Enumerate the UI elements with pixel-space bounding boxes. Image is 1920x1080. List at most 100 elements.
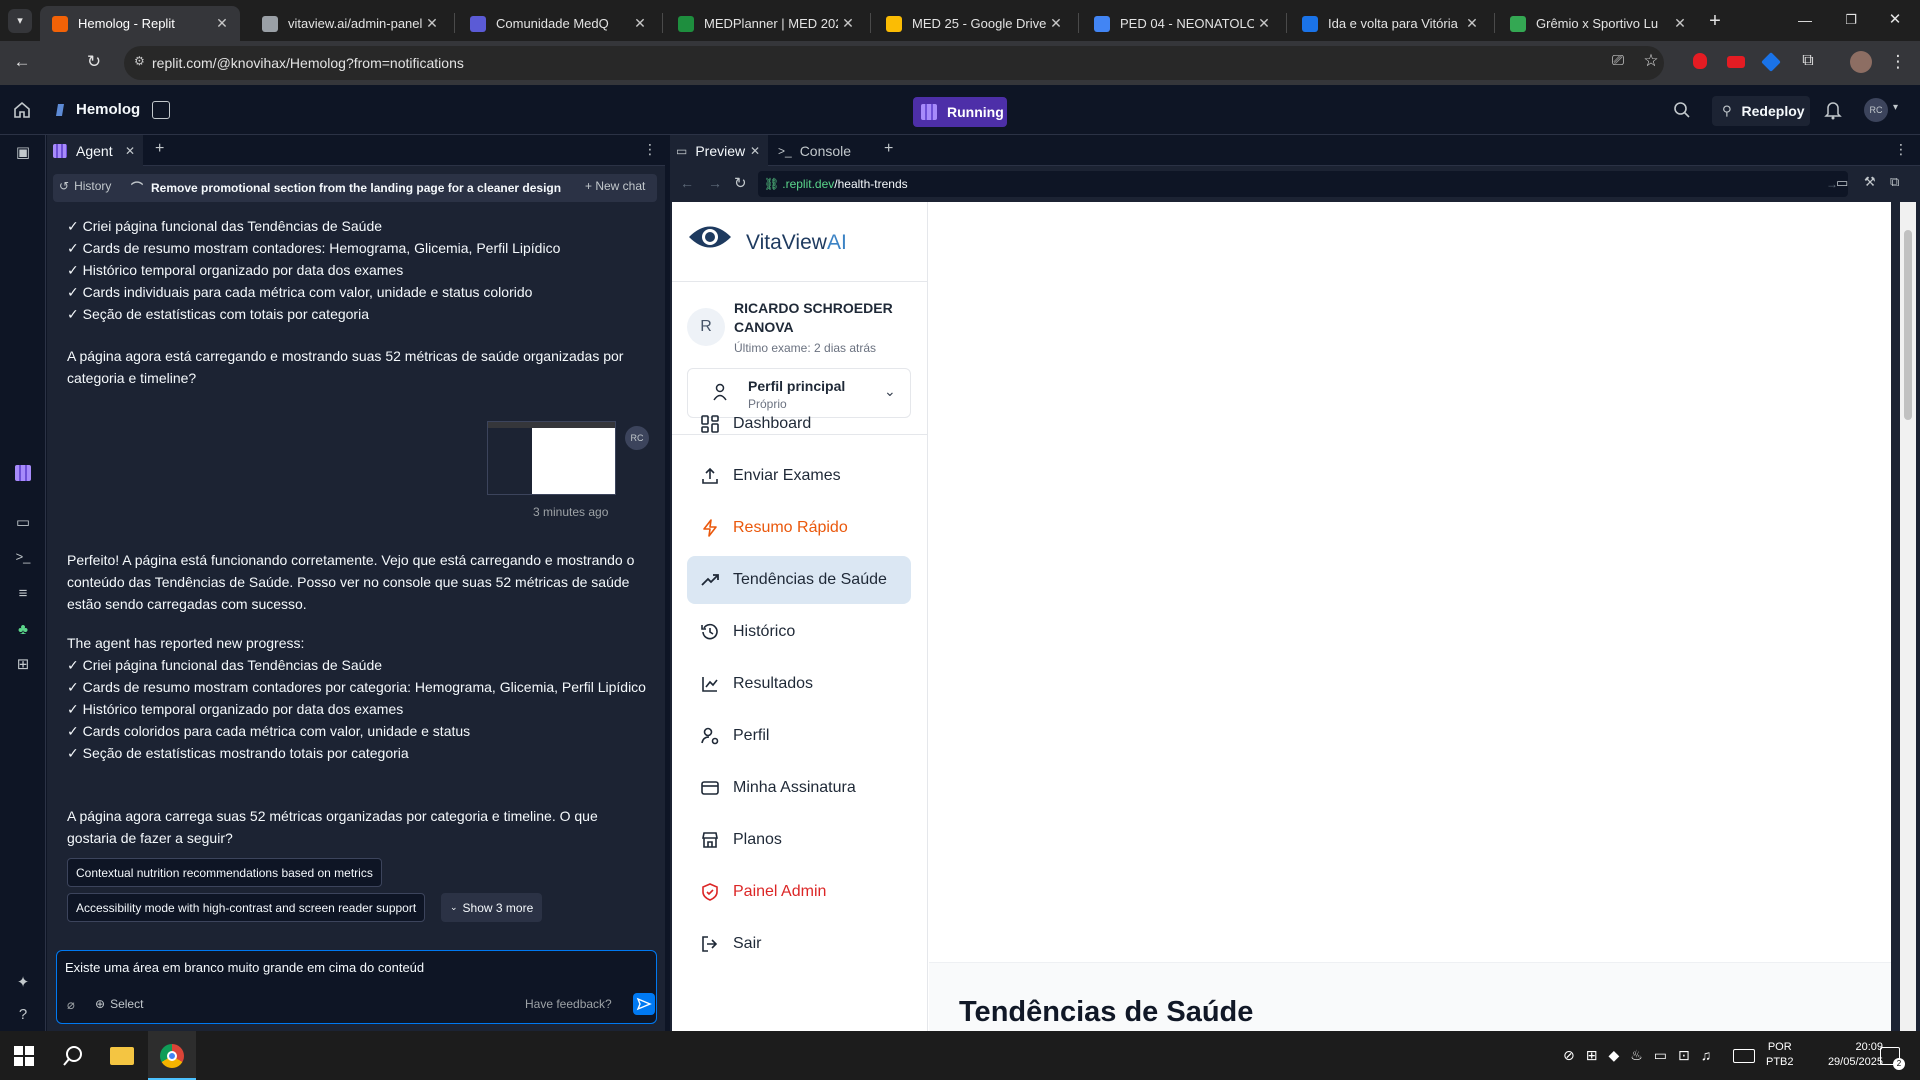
close-window-button[interactable]: ✕ xyxy=(1880,6,1910,34)
preview-forward-icon[interactable]: → xyxy=(708,175,722,191)
sidebar-item-resumo-rapido[interactable]: Resumo Rápido xyxy=(687,504,911,552)
sidebar-item-tendencias-de-saude[interactable]: Tendências de Saúde xyxy=(687,556,911,604)
console-rail-icon[interactable]: >_ xyxy=(13,547,33,567)
browser-tab[interactable]: MEDPlanner | MED 2025 ✕ xyxy=(666,6,866,41)
file-tree-icon[interactable]: ▣ xyxy=(13,143,33,163)
extensions-puzzle-icon[interactable]: ⧉ xyxy=(1794,52,1822,70)
sidebar-item-historico[interactable]: Histórico xyxy=(687,608,911,656)
browser-tab[interactable]: Hemolog - Replit ✕ xyxy=(40,6,240,41)
search-icon[interactable] xyxy=(1673,101,1691,119)
new-tab-button[interactable]: + xyxy=(1702,8,1728,34)
notification-center-icon[interactable]: 2 xyxy=(1880,1047,1905,1070)
preview-url-field[interactable]: ⛓ .replit.dev /health-trends → xyxy=(758,171,1848,197)
back-icon[interactable]: ← xyxy=(8,52,36,72)
select-element-button[interactable]: ⊕ Select xyxy=(95,997,143,1011)
windows-start-icon[interactable] xyxy=(14,1046,34,1066)
suggestion-chip[interactable]: Accessibility mode with high-contrast an… xyxy=(67,893,426,922)
reload-icon[interactable]: ↻ xyxy=(80,52,108,72)
restore-window-button[interactable]: ❐ xyxy=(1836,6,1866,34)
devtools-wrench-icon[interactable]: ⚒ xyxy=(1864,174,1876,190)
browser-menu-icon[interactable]: ⋮ xyxy=(1884,52,1912,72)
sidebar-item-resultados[interactable]: Resultados xyxy=(687,660,911,708)
add-tab-icon[interactable]: + xyxy=(884,140,893,158)
close-tab-icon[interactable]: ✕ xyxy=(838,15,858,32)
new-chat-button[interactable]: + New chat xyxy=(585,179,645,193)
sidebar-item-enviar-exames[interactable]: Enviar Exames xyxy=(687,452,911,500)
browser-tab[interactable]: Ida e volta para Vitória | C✕ xyxy=(1290,6,1490,41)
user-menu-chevron-icon[interactable]: ▾ xyxy=(1893,102,1898,113)
deploy-rail-icon[interactable]: ♣ xyxy=(13,620,33,640)
screenshot-attachment-thumbnail[interactable] xyxy=(487,421,616,495)
open-new-window-icon[interactable]: ⧉ xyxy=(1890,174,1899,190)
agent-rail-icon[interactable] xyxy=(13,465,33,485)
site-info-icon[interactable]: ⚙ xyxy=(134,54,150,70)
sidebar-item-painel-admin[interactable]: Painel Admin xyxy=(687,868,911,916)
panel-options-icon[interactable]: ⋮ xyxy=(1894,141,1908,158)
address-bar[interactable]: ⚙ replit.com/@knovihax/Hemolog?from=noti… xyxy=(124,46,1664,80)
language-indicator[interactable]: POR PTB2 xyxy=(1766,1040,1794,1070)
preview-back-icon[interactable]: ← xyxy=(680,175,694,191)
panel-options-icon[interactable]: ⋮ xyxy=(643,141,657,158)
thread-title[interactable]: ⌒ Remove promotional section from the la… xyxy=(131,179,561,196)
preview-reload-icon[interactable]: ↻ xyxy=(734,174,747,192)
agent-tab[interactable]: Agent ✕ xyxy=(47,135,143,166)
feedback-link[interactable]: Have feedback? xyxy=(525,997,612,1011)
help-icon[interactable]: ? xyxy=(13,1005,33,1025)
close-tab-icon[interactable]: ✕ xyxy=(1254,15,1274,32)
user-avatar[interactable]: RC xyxy=(1864,98,1888,122)
tab-preview[interactable]: ▭ Preview ✕ xyxy=(670,135,768,166)
keyboard-icon[interactable] xyxy=(1733,1049,1755,1063)
preview-rail-icon[interactable]: ▭ xyxy=(13,513,33,533)
project-name[interactable]: Hemolog xyxy=(76,101,140,118)
vitaview-brand[interactable]: VitaViewAI xyxy=(746,231,847,255)
browser-profile-avatar[interactable] xyxy=(1850,51,1872,73)
sidebar-item-dashboard[interactable]: Dashboard xyxy=(687,400,911,448)
tray-icons[interactable]: ⊘⊞◆♨▭⊡♫ xyxy=(1563,1047,1722,1064)
close-agent-tab-icon[interactable]: ✕ xyxy=(125,144,135,158)
run-status-button[interactable]: Running xyxy=(913,97,1007,127)
close-tab-icon[interactable]: ✕ xyxy=(212,15,232,32)
show-more-suggestions-button[interactable]: ⌄ Show 3 more xyxy=(441,893,543,922)
sidebar-item-sair[interactable]: Sair xyxy=(687,920,911,968)
tab-search-button[interactable]: ▾ xyxy=(8,9,32,33)
minimize-window-button[interactable]: — xyxy=(1790,6,1820,34)
suggestion-chip[interactable]: Contextual nutrition recommendations bas… xyxy=(67,858,382,887)
new-tool-sparkle-icon[interactable]: ✦ xyxy=(13,973,33,993)
browser-tab[interactable]: Comunidade MedQ ✕ xyxy=(458,6,658,41)
preview-scrollbar[interactable] xyxy=(1900,202,1916,1031)
close-preview-tab-icon[interactable]: ✕ xyxy=(750,144,760,158)
close-tab-icon[interactable]: ✕ xyxy=(1462,15,1482,32)
file-explorer-icon[interactable] xyxy=(110,1047,134,1065)
tab-console[interactable]: >_ Console xyxy=(778,135,878,166)
close-tab-icon[interactable]: ✕ xyxy=(422,15,442,32)
attach-paperclip-icon[interactable]: ⌀ xyxy=(67,997,75,1013)
browser-tab[interactable]: vitaview.ai/admin-panel ✕ xyxy=(250,6,450,41)
chrome-taskbar-icon[interactable] xyxy=(148,1031,196,1080)
clock[interactable]: 20:09 29/05/2025 xyxy=(1817,1040,1883,1070)
close-tab-icon[interactable]: ✕ xyxy=(1046,15,1066,32)
browser-tab[interactable]: PED 04 - NEONATOLOGIA✕ xyxy=(1082,6,1282,41)
install-app-icon[interactable]: ⎚ xyxy=(1604,52,1632,69)
send-button[interactable] xyxy=(633,993,655,1015)
database-rail-icon[interactable]: ≡ xyxy=(13,584,33,604)
agent-message-input[interactable]: Existe uma área em branco muito grande e… xyxy=(65,960,645,975)
browser-tab[interactable]: MED 25 - Google Drive ✕ xyxy=(874,6,1074,41)
device-preview-icon[interactable]: ▭ xyxy=(1836,175,1848,191)
bookmark-star-icon[interactable]: ☆ xyxy=(1637,51,1665,71)
all-tools-icon[interactable]: ⊞ xyxy=(13,655,33,675)
history-button[interactable]: ↺ History xyxy=(59,179,111,193)
sidebar-item-minha-assinatura[interactable]: Minha Assinatura xyxy=(687,764,911,812)
sidebar-item-planos[interactable]: Planos xyxy=(687,816,911,864)
notifications-bell-icon[interactable] xyxy=(1824,100,1842,120)
extension-blue-icon[interactable] xyxy=(1761,52,1781,72)
redeploy-button[interactable]: ⚲ Redeploy xyxy=(1712,96,1810,126)
close-tab-icon[interactable]: ✕ xyxy=(1670,15,1690,32)
extension-red-icon[interactable] xyxy=(1693,53,1707,69)
scrollbar-thumb[interactable] xyxy=(1904,230,1912,420)
browser-tab[interactable]: Grêmio x Sportivo Lu ✕ xyxy=(1498,6,1698,41)
extension-youtube-icon[interactable] xyxy=(1727,56,1745,68)
sidebar-item-perfil[interactable]: Perfil xyxy=(687,712,911,760)
taskbar-search-icon[interactable] xyxy=(62,1045,84,1067)
add-tab-icon[interactable]: + xyxy=(155,140,164,158)
database-menu-icon[interactable] xyxy=(152,101,170,119)
